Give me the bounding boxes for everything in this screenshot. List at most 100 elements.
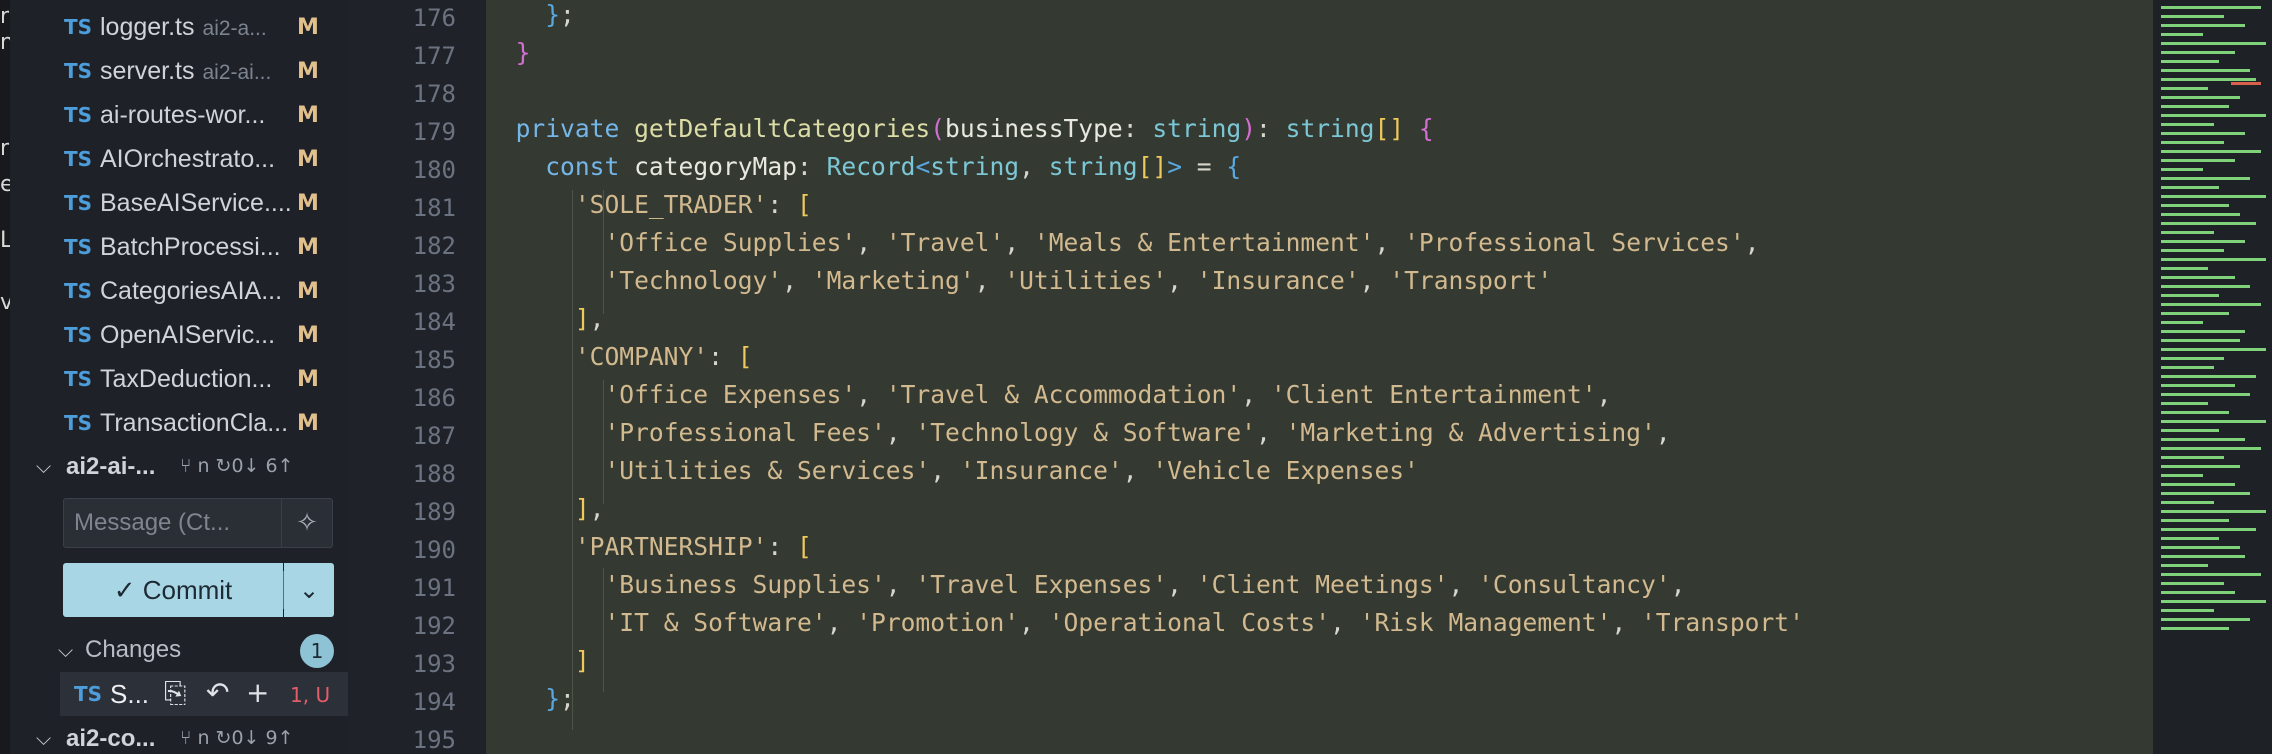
minimap-line: [2161, 501, 2214, 504]
line-number: 187: [412, 422, 456, 450]
minimap[interactable]: [2153, 0, 2272, 754]
code-line-185: 'COMPANY': [: [574, 342, 753, 371]
minimap-line: [2161, 258, 2266, 261]
chevron-down-icon[interactable]: ⌵: [58, 638, 73, 662]
changed-file-row[interactable]: TS S... ⎘ ↶ + 1, U: [60, 672, 348, 716]
minimap-line: [2161, 42, 2266, 45]
minimap-line: [2161, 582, 2224, 585]
chevron-down-icon: ⌄: [298, 576, 320, 604]
line-number: 195: [412, 726, 456, 754]
minimap-line: [2161, 195, 2266, 198]
changes-group[interactable]: ⌵ Changes 1: [10, 628, 348, 672]
file-name: BaseAIService....: [100, 188, 292, 217]
minimap-line: [2161, 294, 2219, 297]
code-editor[interactable]: }; } private getDefaultCategories(busine…: [486, 0, 2153, 754]
minimap-line: [2161, 168, 2203, 171]
changed-file-item[interactable]: TS TaxDeduction... M: [10, 357, 348, 401]
changed-file-item[interactable]: TS logger.ts ai2-a... M: [10, 5, 348, 49]
minimap-line: [2161, 438, 2245, 441]
changed-file-item[interactable]: TS TransactionCla... M: [10, 401, 348, 445]
minimap-line: [2161, 375, 2256, 378]
line-number: 177: [412, 42, 456, 70]
code-line-194: };: [545, 684, 575, 713]
minimap-line: [2161, 618, 2250, 621]
commit-message-box: ✧: [63, 498, 333, 548]
minimap-line: [2161, 366, 2214, 369]
discard-changes-icon[interactable]: ↶: [206, 676, 229, 709]
commit-button[interactable]: ✓ Commit: [63, 563, 283, 617]
typescript-file-icon: TS: [64, 411, 93, 435]
minimap-line: [2161, 519, 2229, 522]
line-number: 184: [412, 308, 456, 336]
code-line-184: ],: [574, 304, 605, 333]
line-number: 186: [412, 384, 456, 412]
changed-file-item[interactable]: TS ai-routes-wor... M: [10, 93, 348, 137]
line-number: 193: [412, 650, 456, 678]
changed-file-item[interactable]: TS AIOrchestrato... M: [10, 137, 348, 181]
source-control-panel: TS logger.ts ai2-a... M TS server.ts ai2-ai...…: [10, 0, 348, 754]
file-name: CategoriesAIA...: [100, 276, 283, 305]
minimap-line: [2161, 312, 2229, 315]
line-number: 179: [412, 118, 456, 146]
minimap-line: [2161, 114, 2266, 117]
typescript-file-icon: TS: [64, 323, 93, 347]
modified-badge: M: [297, 14, 319, 40]
minimap-line: [2161, 69, 2250, 72]
open-file-icon[interactable]: ⎘: [164, 676, 186, 710]
code-line-187: 'Professional Fees', 'Technology & Softw…: [604, 418, 1671, 447]
minimap-line: [2161, 420, 2266, 423]
changed-file-item[interactable]: TS OpenAIServic... M: [10, 313, 348, 357]
chevron-down-icon[interactable]: ⌵: [36, 454, 51, 478]
minimap-line: [2161, 339, 2240, 342]
generate-message-sparkle-icon[interactable]: ✧: [281, 499, 332, 547]
branch-indicator[interactable]: ⑂ n ↻0↓ 9↑: [180, 727, 294, 749]
modified-badge: M: [297, 146, 319, 172]
minimap-line: [2161, 132, 2245, 135]
minimap-line: [2161, 150, 2261, 153]
minimap-line: [2161, 6, 2261, 9]
file-name: logger.ts ai2-a...: [100, 12, 267, 41]
minimap-line: [2161, 627, 2229, 630]
file-name: TaxDeduction...: [100, 364, 273, 393]
code-line-186: 'Office Expenses', 'Travel & Accommodati…: [604, 380, 1612, 409]
file-name: ai-routes-wor...: [100, 100, 266, 129]
code-line-181: 'SOLE_TRADER': [: [574, 190, 812, 219]
repo-row-ai2-co[interactable]: ⌵ ai2-co... ⑂ n ↻0↓ 9↑: [10, 716, 348, 754]
modified-badge: M: [297, 102, 319, 128]
minimap-line: [2161, 330, 2245, 333]
minimap-line: [2161, 105, 2229, 108]
chevron-down-icon[interactable]: ⌵: [36, 726, 51, 750]
modified-badge: M: [297, 58, 319, 84]
minimap-line: [2161, 240, 2245, 243]
file-name: OpenAIServic...: [100, 320, 276, 349]
code-line-192: 'IT & Software', 'Promotion', 'Operation…: [604, 608, 1804, 637]
minimap-line: [2161, 303, 2261, 306]
file-path: ai2-ai...: [202, 60, 272, 84]
branch-indicator[interactable]: ⑂ n ↻0↓ 6↑: [180, 455, 294, 477]
changed-file-item[interactable]: TS CategoriesAIA... M: [10, 269, 348, 313]
code-line-188: 'Utilities & Services', 'Insurance', 'Ve…: [604, 456, 1419, 485]
minimap-line: [2161, 591, 2235, 594]
file-path: ai2-a...: [202, 16, 267, 40]
typescript-file-icon: TS: [64, 15, 93, 39]
activity-edge: r n r e L v: [0, 0, 10, 754]
changed-file-item[interactable]: TS BaseAIService.... M: [10, 181, 348, 225]
minimap-line: [2161, 609, 2214, 612]
commit-dropdown-button[interactable]: ⌄: [284, 563, 334, 617]
line-number: 185: [412, 346, 456, 374]
changed-file-item[interactable]: TS server.ts ai2-ai... M: [10, 49, 348, 93]
commit-message-input[interactable]: [74, 499, 274, 547]
file-status: 1, U: [290, 683, 331, 707]
code-line-176: };: [545, 0, 575, 29]
minimap-line: [2161, 564, 2208, 567]
modified-badge: M: [297, 366, 319, 392]
changed-file-item[interactable]: TS BatchProcessi... M: [10, 225, 348, 269]
code-line-193: ]: [574, 646, 590, 675]
minimap-line: [2161, 384, 2235, 387]
minimap-line: [2161, 231, 2214, 234]
typescript-file-icon: TS: [64, 235, 93, 259]
repo-row-ai2-ai[interactable]: ⌵ ai2-ai-... ⑂ n ↻0↓ 6↑: [10, 444, 348, 488]
changed-file-name: S...: [110, 679, 150, 709]
stage-changes-icon[interactable]: +: [246, 676, 269, 709]
minimap-line: [2161, 33, 2203, 36]
